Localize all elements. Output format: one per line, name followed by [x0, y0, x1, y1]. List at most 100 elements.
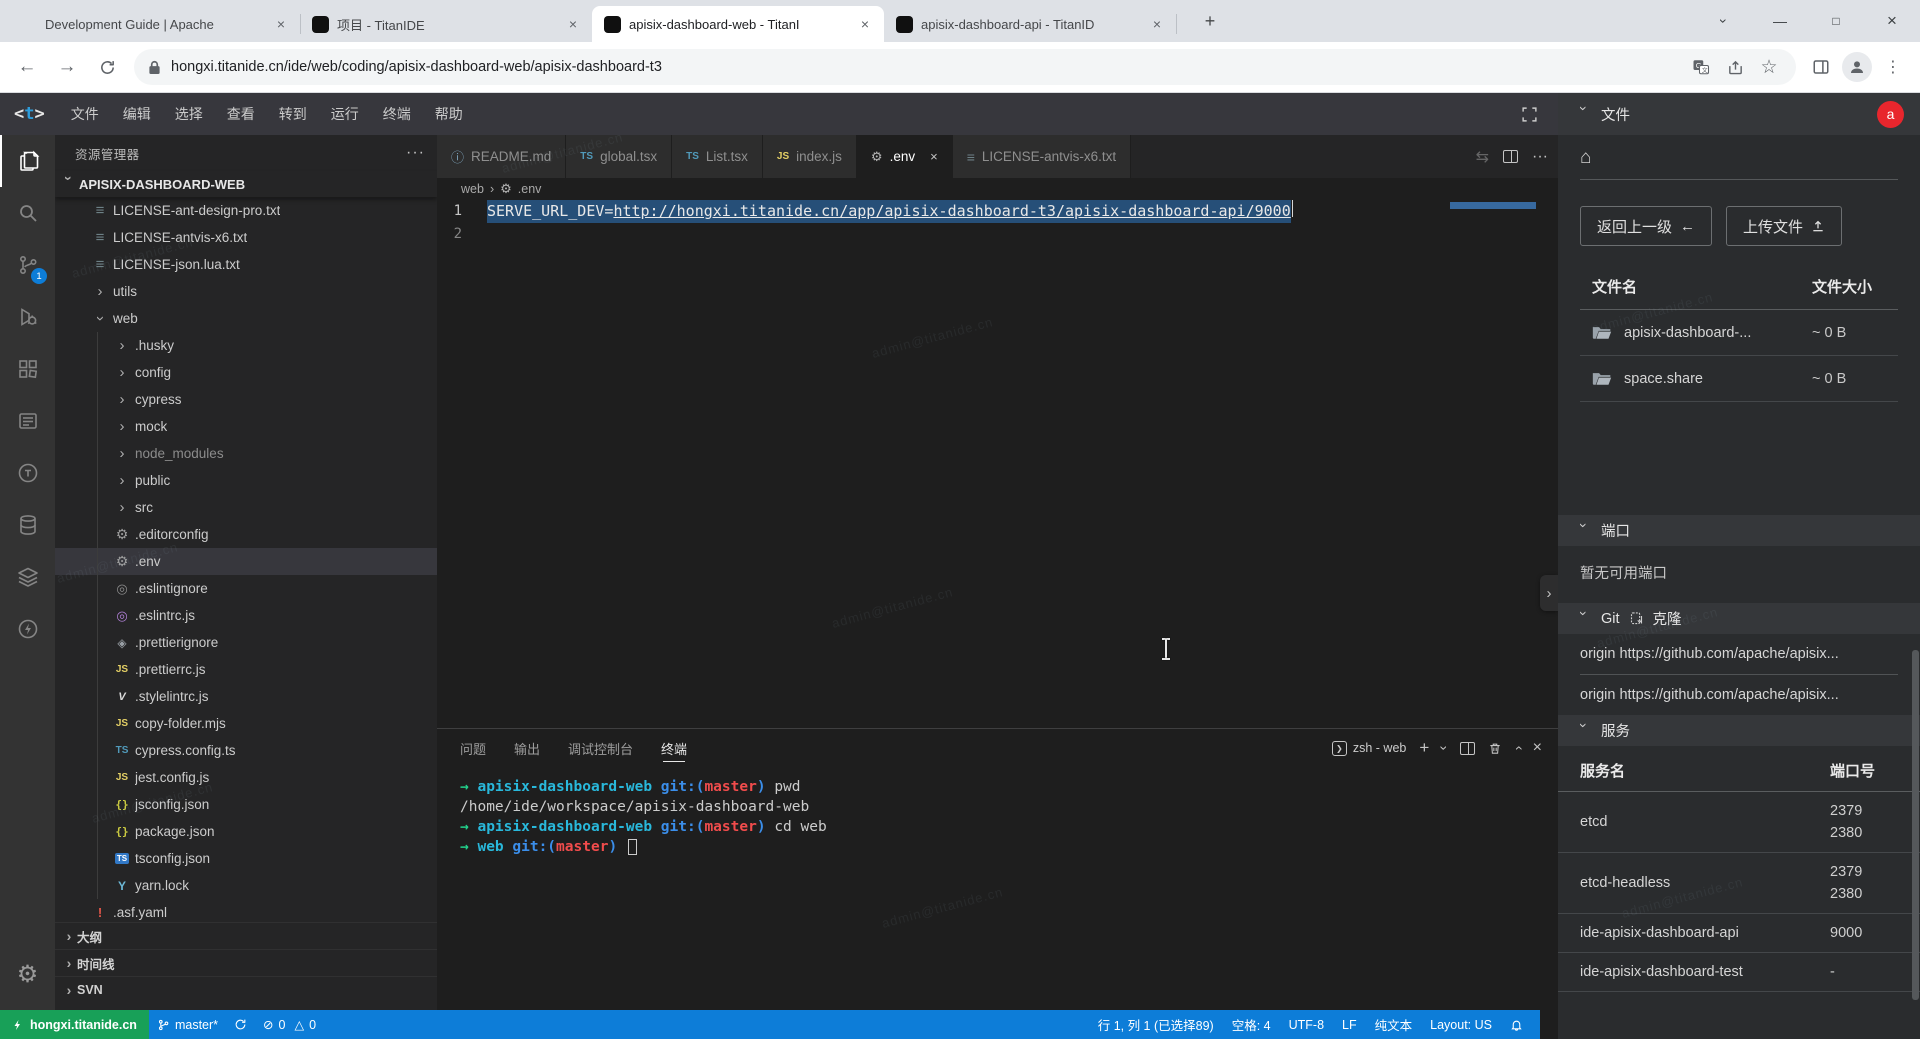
editor-tab[interactable]: global.tsx [566, 135, 672, 178]
git-branch-status[interactable]: master* [149, 1010, 226, 1039]
code-editor[interactable]: 1 SERVE_URL_DEV=http://hongxi.titanide.c… [437, 200, 1558, 708]
tree-item[interactable]: .husky [55, 332, 437, 359]
language-mode[interactable]: 纯文本 [1366, 1010, 1422, 1039]
go-up-button[interactable]: 返回上一级 ← [1580, 206, 1712, 246]
project-root[interactable]: › APISIX-DASHBOARD-WEB [55, 171, 437, 197]
menu-item[interactable]: 文件 [59, 93, 111, 135]
tree-item[interactable]: .stylelintrc.js [55, 683, 437, 710]
menu-item[interactable]: 终端 [371, 93, 423, 135]
user-avatar[interactable]: a [1877, 101, 1904, 128]
tree-item[interactable]: .eslintignore [55, 575, 437, 602]
tree-item[interactable]: web [55, 305, 437, 332]
split-terminal-icon[interactable] [1460, 742, 1475, 755]
tab-close-icon[interactable]: × [564, 15, 582, 33]
tree-item[interactable]: LICENSE-ant-design-pro.txt [55, 197, 437, 224]
tree-item[interactable]: LICENSE-antvis-x6.txt [55, 224, 437, 251]
chevron-down-icon[interactable]: › [1437, 746, 1453, 751]
lock-icon[interactable] [148, 60, 161, 75]
tree-item[interactable]: yarn.lock [55, 872, 437, 899]
file-row[interactable]: space.share ~ 0 B [1580, 356, 1898, 402]
editor-tab[interactable]: index.js [763, 135, 857, 178]
sidebar-section[interactable]: › SVN [55, 976, 437, 1003]
maximize-icon[interactable]: □ [1808, 0, 1864, 42]
keyboard-layout[interactable]: Layout: US [1421, 1010, 1501, 1039]
tree-item[interactable]: LICENSE-json.lua.txt [55, 251, 437, 278]
tree-item[interactable]: node_modules [55, 440, 437, 467]
forward-icon[interactable]: → [50, 50, 84, 84]
code-link[interactable]: http://hongxi.titanide.cn/app/apisix-das… [613, 202, 1290, 220]
database-icon[interactable] [0, 499, 55, 551]
tab-close-icon[interactable]: × [1148, 15, 1166, 33]
minimize-icon[interactable]: — [1752, 0, 1808, 42]
tree-item[interactable]: .prettierignore [55, 629, 437, 656]
lightning-icon[interactable] [0, 603, 55, 655]
reload-icon[interactable] [90, 50, 124, 84]
tab-close-icon[interactable]: × [272, 15, 290, 33]
tree-item[interactable]: package.json [55, 818, 437, 845]
layout-toggle-icon[interactable]: ⇆ [1476, 147, 1489, 167]
remote-indicator[interactable]: hongxi.titanide.cn [0, 1010, 149, 1039]
upload-file-button[interactable]: 上传文件 [1726, 206, 1842, 246]
tab-close-icon[interactable]: × [856, 15, 874, 33]
back-icon[interactable]: ← [10, 50, 44, 84]
panel-tab[interactable]: 问题 [460, 729, 486, 767]
tree-item[interactable]: jest.config.js [55, 764, 437, 791]
maximize-panel-icon[interactable]: › [1509, 746, 1525, 751]
explorer-icon[interactable] [0, 135, 55, 187]
tree-item[interactable]: .prettierrc.js [55, 656, 437, 683]
tree-item[interactable]: mock [55, 413, 437, 440]
editor-tab[interactable]: README.md [437, 135, 566, 178]
menu-item[interactable]: 选择 [163, 93, 215, 135]
shell-picker[interactable]: ❯ zsh - web [1332, 741, 1407, 756]
panel-expander-icon[interactable]: › [1540, 575, 1558, 611]
editor-tab[interactable]: .env × [857, 135, 953, 178]
browser-menu-icon[interactable]: ⋮ [1876, 50, 1910, 84]
settings-gear-icon[interactable]: ⚙ [0, 948, 55, 1000]
address-bar[interactable]: hongxi.titanide.cn/ide/web/coding/apisix… [134, 49, 1796, 85]
browser-tab[interactable]: Development Guide | Apache × [8, 6, 300, 42]
breadcrumb[interactable]: web › .env [437, 178, 1558, 200]
titanide-circle-icon[interactable] [0, 447, 55, 499]
sidebar-section[interactable]: › 大纲 [55, 922, 437, 949]
search-icon[interactable] [0, 187, 55, 239]
encoding[interactable]: UTF-8 [1280, 1010, 1333, 1039]
tree-item[interactable]: .editorconfig [55, 521, 437, 548]
services-section-header[interactable]: › 服务 [1558, 715, 1920, 746]
terminal-output[interactable]: → apisix-dashboard-web git:(master) pwd/… [437, 767, 1558, 857]
indentation[interactable]: 空格: 4 [1223, 1010, 1280, 1039]
layers-icon[interactable] [0, 551, 55, 603]
tree-item[interactable]: config [55, 359, 437, 386]
tree-item[interactable]: cypress.config.ts [55, 737, 437, 764]
share-icon[interactable] [1718, 50, 1752, 84]
scrollbar-thumb[interactable] [1912, 650, 1919, 1000]
new-terminal-icon[interactable]: + [1419, 738, 1429, 758]
files-section-header[interactable]: › 文件 a [1558, 93, 1920, 135]
menu-item[interactable]: 帮助 [423, 93, 475, 135]
extensions-icon[interactable] [0, 343, 55, 395]
tree-item[interactable]: cypress [55, 386, 437, 413]
explorer-more-icon[interactable]: ··· [406, 144, 425, 162]
eol-type[interactable]: LF [1333, 1010, 1366, 1039]
browser-tab[interactable]: apisix-dashboard-web - TitanI × [592, 6, 884, 42]
translate-icon[interactable]: G文 [1684, 50, 1718, 84]
editor-tab[interactable]: List.tsx [672, 135, 763, 178]
breadcrumb-file[interactable]: .env [518, 182, 542, 196]
split-editor-icon[interactable] [1503, 150, 1518, 163]
sync-icon[interactable] [226, 1010, 255, 1039]
minimap[interactable] [1450, 202, 1542, 402]
bookmark-star-icon[interactable]: ☆ [1752, 50, 1786, 84]
home-icon[interactable]: ⌂ [1580, 135, 1898, 179]
preview-card-icon[interactable] [0, 395, 55, 447]
close-panel-icon[interactable]: × [1533, 739, 1542, 757]
menu-item[interactable]: 运行 [319, 93, 371, 135]
profile-avatar[interactable] [1842, 52, 1872, 82]
tree-item[interactable]: utils [55, 278, 437, 305]
menu-item[interactable]: 查看 [215, 93, 267, 135]
breadcrumb-folder[interactable]: web [461, 182, 484, 196]
cursor-position[interactable]: 行 1, 列 1 (已选择89) [1089, 1010, 1223, 1039]
problems-status[interactable]: ⊘ 0 △ 0 [255, 1010, 324, 1039]
tree-item[interactable]: src [55, 494, 437, 521]
menu-item[interactable]: 转到 [267, 93, 319, 135]
tab-close-icon[interactable]: × [930, 149, 938, 164]
ports-section-header[interactable]: › 端口 [1558, 515, 1920, 546]
